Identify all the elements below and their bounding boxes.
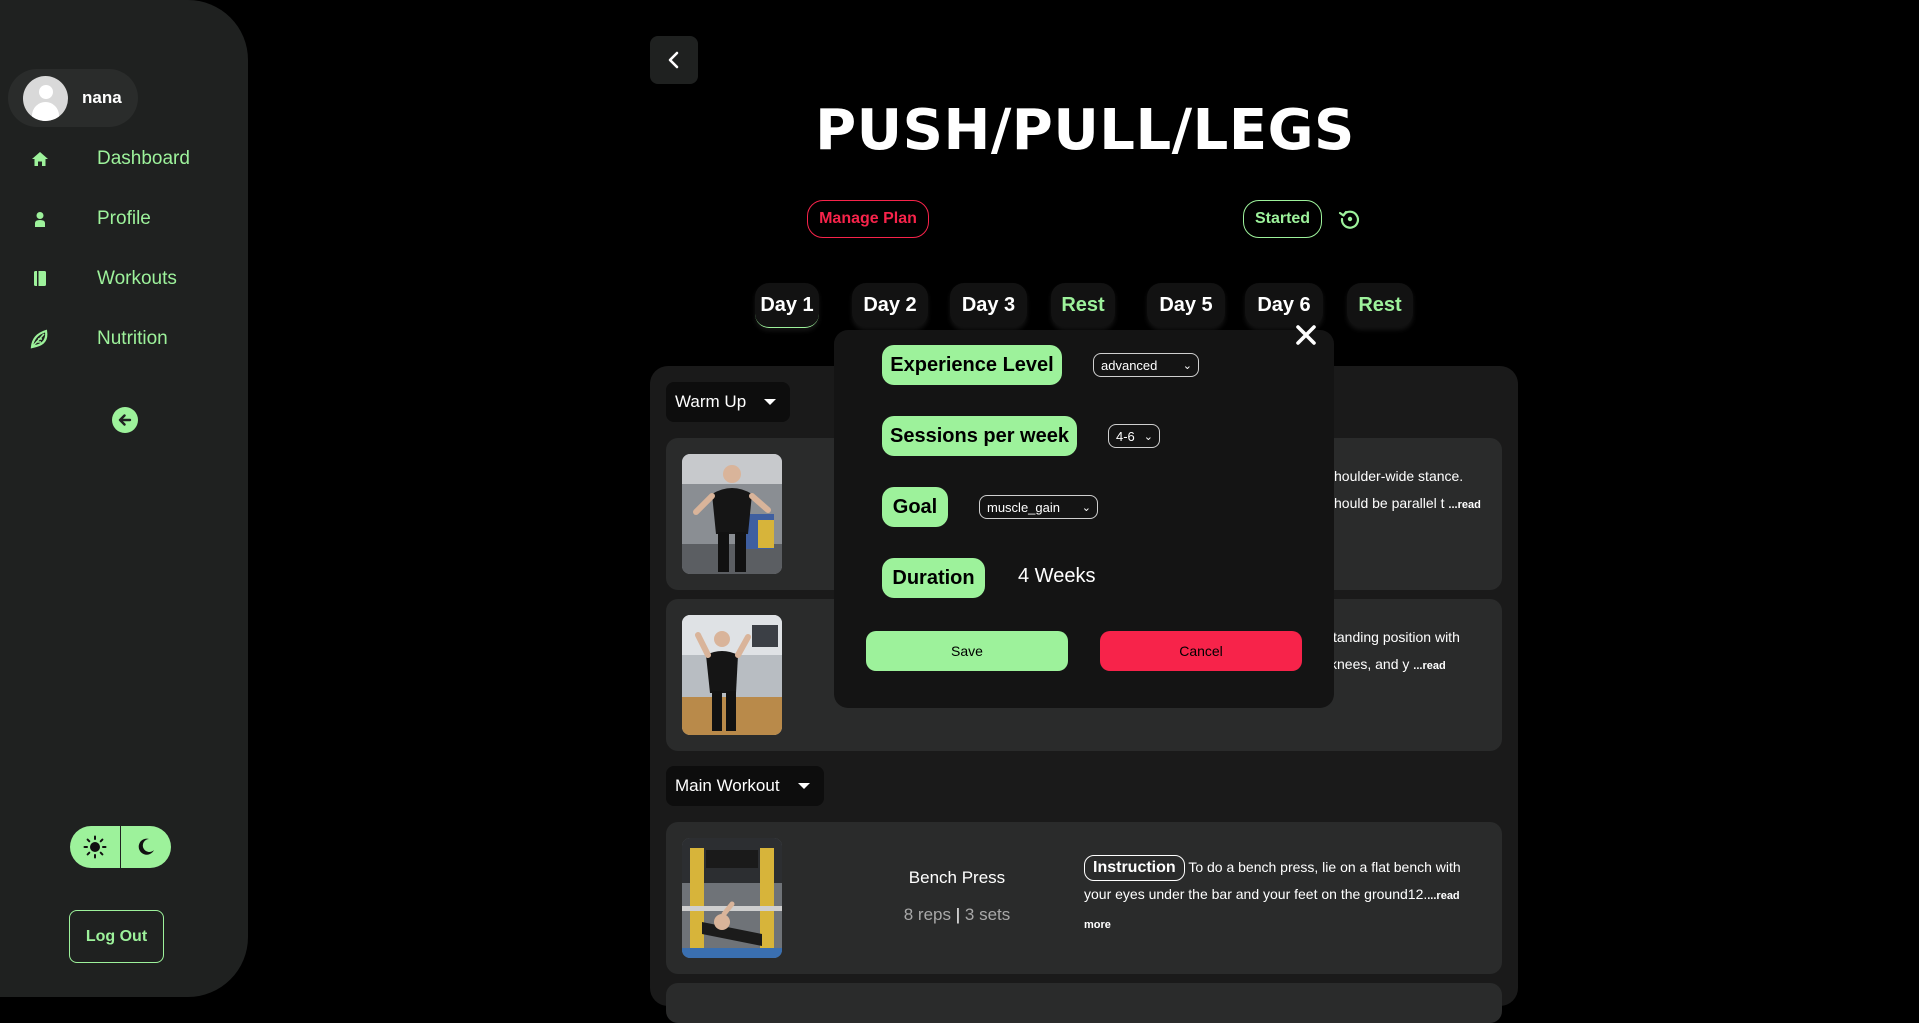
main-workout-section-dropdown[interactable]: Main Workout bbox=[666, 766, 824, 806]
tab-day-1[interactable]: Day 1 bbox=[755, 283, 819, 328]
collapse-sidebar-button[interactable] bbox=[112, 407, 138, 433]
description-line: hould be parallel t bbox=[1334, 495, 1445, 511]
status-badge[interactable]: Started bbox=[1243, 200, 1322, 238]
theme-toggle[interactable] bbox=[70, 826, 171, 868]
exercise-card[interactable] bbox=[666, 983, 1502, 1023]
tab-day-7-rest[interactable]: Rest bbox=[1347, 283, 1413, 327]
chevron-down-icon: ⌄ bbox=[1182, 360, 1192, 372]
tab-day-3[interactable]: Day 3 bbox=[950, 283, 1027, 327]
sidebar-item-label: Profile bbox=[97, 208, 151, 229]
sidebar-item-workouts[interactable]: Workouts bbox=[0, 259, 248, 299]
duration-label: Duration bbox=[882, 558, 985, 598]
caret-down-icon bbox=[798, 783, 810, 789]
cancel-button[interactable]: Cancel bbox=[1100, 631, 1302, 671]
sidebar-item-profile[interactable]: Profile bbox=[0, 199, 248, 239]
description-line: houlder-wide stance. bbox=[1334, 468, 1464, 484]
description-line: standing position with bbox=[1326, 629, 1460, 645]
save-button[interactable]: Save bbox=[866, 631, 1068, 671]
user-name: nana bbox=[82, 88, 122, 107]
warmup-section-dropdown[interactable]: Warm Up bbox=[666, 382, 790, 422]
restart-icon[interactable] bbox=[1338, 207, 1362, 231]
tab-day-2[interactable]: Day 2 bbox=[852, 283, 928, 327]
sidebar-item-label: Nutrition bbox=[97, 328, 168, 349]
exercise-reps: 8 reps bbox=[903, 905, 951, 924]
chevron-down-icon: ⌄ bbox=[1081, 502, 1091, 514]
experience-level-label: Experience Level bbox=[882, 345, 1062, 385]
main-workout-section-label: Main Workout bbox=[675, 776, 780, 795]
back-button[interactable] bbox=[650, 36, 698, 84]
avatar bbox=[23, 75, 68, 121]
select-value: 4-6 bbox=[1116, 428, 1135, 444]
leaf-icon bbox=[30, 329, 50, 349]
duration-value: 4 Weeks bbox=[1018, 565, 1096, 587]
sidebar: nana Dashboard Profile Workouts Nutritio… bbox=[0, 0, 248, 997]
exercise-reps-sets: 8 reps | 3 sets bbox=[866, 905, 1048, 925]
sun-icon bbox=[83, 835, 107, 859]
select-value: advanced bbox=[1101, 357, 1158, 373]
read-more-link[interactable]: ...read bbox=[1448, 499, 1480, 511]
sidebar-item-nutrition[interactable]: Nutrition bbox=[0, 319, 248, 359]
tab-day-6[interactable]: Day 6 bbox=[1245, 283, 1323, 327]
sessions-per-week-select[interactable]: 4-6 ⌄ bbox=[1108, 424, 1160, 448]
caret-down-icon bbox=[764, 399, 776, 405]
dark-mode-button[interactable] bbox=[121, 826, 171, 868]
page-title: PUSH/PULL/LEGS bbox=[815, 98, 1355, 163]
sidebar-item-dashboard[interactable]: Dashboard bbox=[0, 139, 248, 179]
arrow-left-icon bbox=[117, 412, 133, 428]
light-mode-button[interactable] bbox=[70, 826, 121, 868]
instruction-badge: Instruction bbox=[1084, 855, 1185, 881]
home-icon bbox=[30, 149, 50, 169]
logout-button[interactable]: Log Out bbox=[69, 910, 164, 963]
user-chip[interactable]: nana bbox=[8, 69, 138, 127]
separator: | bbox=[955, 905, 961, 924]
exercise-image bbox=[682, 838, 782, 958]
exercise-name: Bench Press bbox=[908, 868, 1006, 887]
sidebar-item-label: Workouts bbox=[97, 268, 177, 289]
sidebar-item-label: Dashboard bbox=[97, 148, 190, 169]
tab-day-4-rest[interactable]: Rest bbox=[1051, 283, 1115, 327]
exercise-card[interactable]: Bench Press 8 reps | 3 sets Instruction … bbox=[666, 822, 1502, 974]
experience-level-select[interactable]: advanced ⌄ bbox=[1093, 353, 1199, 377]
exercise-description: standing position with knees, and y ...r… bbox=[1326, 624, 1460, 680]
exercise-description: houlder-wide stance. hould be parallel t… bbox=[1334, 463, 1481, 519]
description-line: knees, and y bbox=[1330, 656, 1410, 672]
manage-plan-button[interactable]: Manage Plan bbox=[807, 200, 929, 238]
exercise-image bbox=[682, 454, 782, 574]
goal-label: Goal bbox=[882, 487, 948, 527]
tab-day-5[interactable]: Day 5 bbox=[1147, 283, 1225, 327]
read-more-link[interactable]: ...read bbox=[1413, 660, 1445, 672]
warmup-section-label: Warm Up bbox=[675, 392, 747, 411]
book-icon bbox=[30, 269, 50, 289]
sessions-per-week-label: Sessions per week bbox=[882, 416, 1077, 456]
exercise-description: Instruction To do a bench press, lie on … bbox=[1084, 854, 1484, 939]
moon-icon bbox=[136, 837, 156, 857]
chevron-down-icon: ⌄ bbox=[1143, 431, 1153, 443]
select-value: muscle_gain bbox=[987, 499, 1060, 515]
exercise-image bbox=[682, 615, 782, 735]
goal-select[interactable]: muscle_gain ⌄ bbox=[979, 495, 1098, 519]
close-icon[interactable] bbox=[1294, 323, 1318, 347]
person-icon bbox=[30, 209, 50, 229]
chevron-left-icon bbox=[667, 51, 681, 69]
exercise-sets: 3 sets bbox=[964, 905, 1011, 924]
